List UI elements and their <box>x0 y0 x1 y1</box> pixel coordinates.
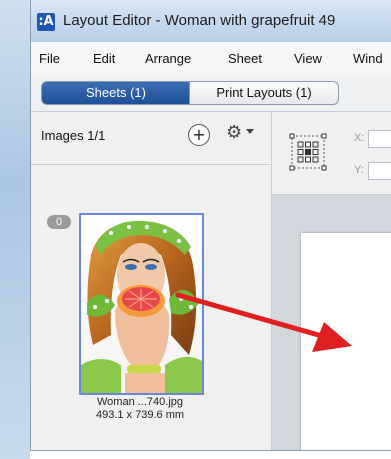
menu-bar: File Edit Arrange Sheet View Wind <box>31 42 391 76</box>
screenshot-frame: :A Layout Editor - Woman with grapefruit… <box>0 0 391 459</box>
plus-circle-icon: + <box>192 125 206 144</box>
images-panel-title: Images 1/1 <box>41 128 106 143</box>
sheet-canvas[interactable] <box>272 195 391 450</box>
window-title: Layout Editor - Woman with grapefruit 49 <box>63 12 336 29</box>
woman-with-grapefruit-photo <box>81 215 202 393</box>
position-toolbar: X: Y: <box>272 112 391 195</box>
image-dimensions: 493.1 x 739.6 mm <box>95 409 185 421</box>
desktop-background <box>0 0 30 459</box>
x-label: X: <box>354 132 365 144</box>
image-caption: Woman ...740.jpg 493.1 x 739.6 mm <box>61 396 219 422</box>
menu-sheet[interactable]: Sheet <box>228 51 262 66</box>
image-thumbnail[interactable] <box>79 213 204 395</box>
image-filename: Woman ...740.jpg <box>96 396 183 408</box>
layout-editor-window: :A Layout Editor - Woman with grapefruit… <box>30 0 391 451</box>
title-bar[interactable]: :A Layout Editor - Woman with grapefruit… <box>31 0 391 42</box>
menu-edit[interactable]: Edit <box>93 51 115 66</box>
images-panel-header: Images 1/1 + ⚙ <box>31 112 271 165</box>
gear-icon[interactable]: ⚙ <box>226 122 242 143</box>
menu-window[interactable]: Wind <box>353 51 383 66</box>
add-image-button[interactable]: + <box>188 124 210 146</box>
tab-sheets[interactable]: Sheets (1) <box>41 81 191 105</box>
menu-file[interactable]: File <box>39 51 60 66</box>
x-input[interactable] <box>368 130 391 148</box>
tab-print-layouts[interactable]: Print Layouts (1) <box>189 81 339 105</box>
images-panel: Images 1/1 + ⚙ 0 Woman ...740.jpg 493.1 … <box>31 112 272 450</box>
chevron-down-icon[interactable] <box>246 129 254 134</box>
use-count-badge: 0 <box>47 215 71 229</box>
y-input[interactable] <box>368 162 391 180</box>
app-icon: :A <box>37 13 55 31</box>
sheet-area: X: Y: <box>272 112 391 450</box>
sheet-page[interactable] <box>301 233 391 450</box>
anchor-grid-icon[interactable] <box>288 132 328 172</box>
tabs-row: Sheets (1) Print Layouts (1) <box>31 75 391 112</box>
menu-arrange[interactable]: Arrange <box>145 51 191 66</box>
y-label: Y: <box>354 164 364 176</box>
menu-view[interactable]: View <box>294 51 322 66</box>
